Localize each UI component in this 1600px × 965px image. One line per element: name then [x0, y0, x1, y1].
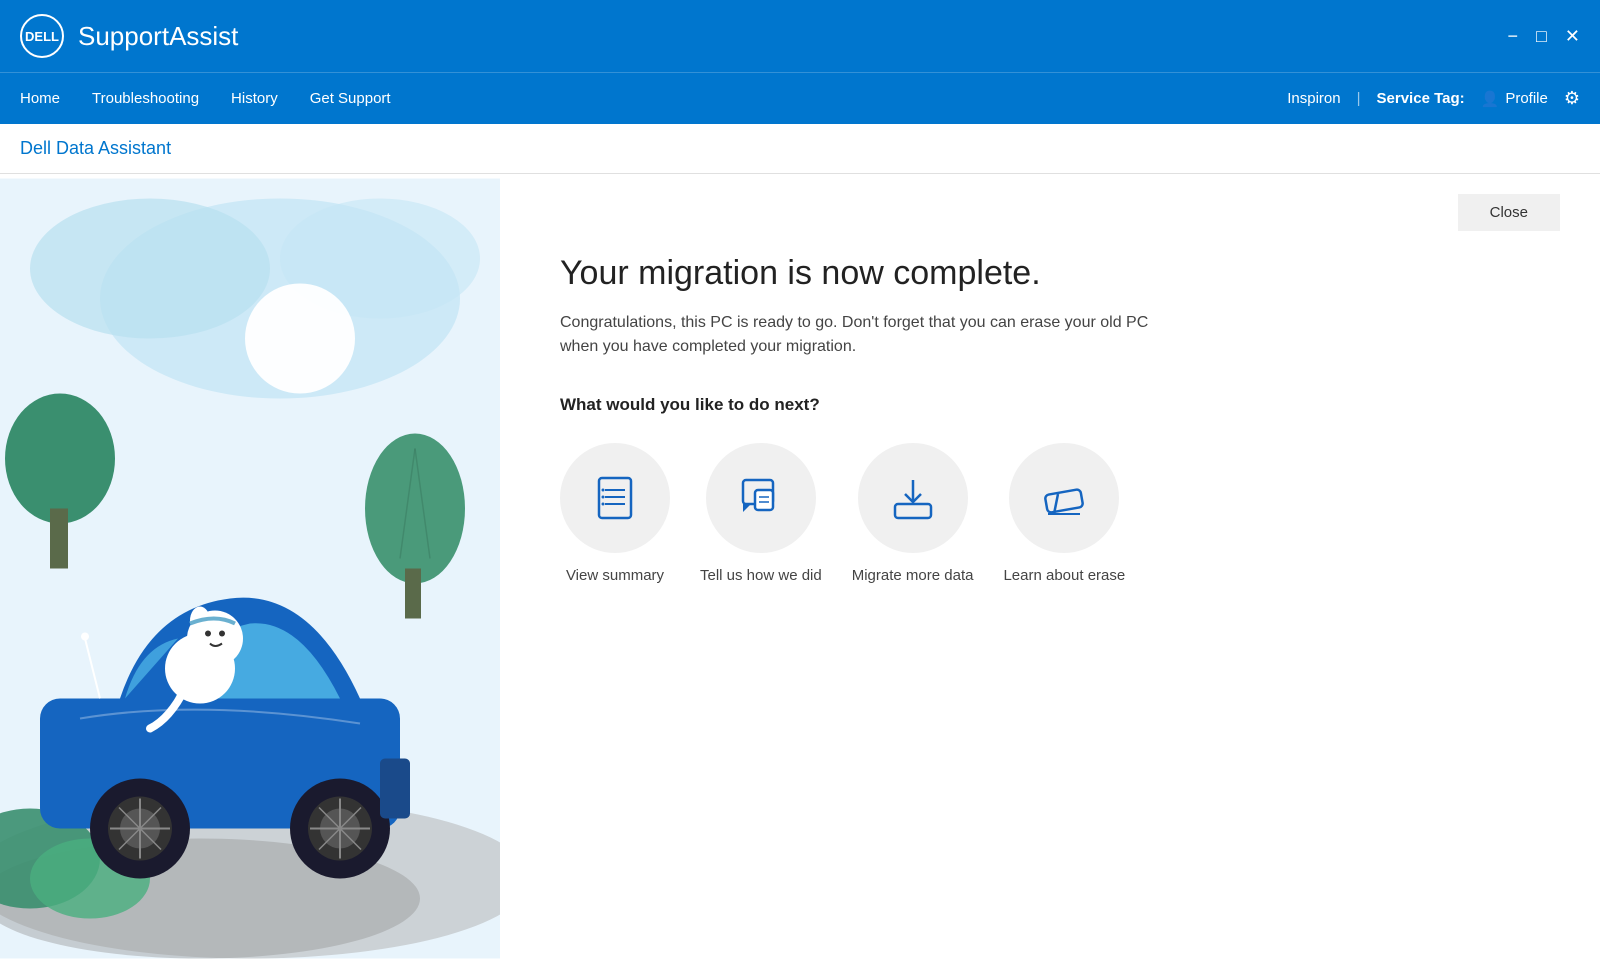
- profile-button[interactable]: 👤 Profile: [1481, 90, 1548, 108]
- illustration-svg: [0, 174, 500, 963]
- action-buttons: View summary Tell us how we did: [560, 443, 1540, 584]
- settings-icon[interactable]: ⚙: [1564, 88, 1580, 109]
- maximize-button[interactable]: □: [1536, 27, 1547, 45]
- feedback-icon: [735, 472, 787, 524]
- nav-item-get-support[interactable]: Get Support: [310, 86, 391, 111]
- illustration-area: [0, 174, 500, 963]
- migrate-more-button[interactable]: Migrate more data: [852, 443, 974, 584]
- title-bar: DELL SupportAssist − □ ✕: [0, 0, 1600, 72]
- right-content: Close Your migration is now complete. Co…: [500, 174, 1600, 963]
- nav-links: Home Troubleshooting History Get Support: [20, 86, 1287, 111]
- close-button[interactable]: Close: [1458, 194, 1560, 231]
- profile-icon: 👤: [1481, 90, 1500, 108]
- learn-erase-circle: [1009, 443, 1119, 553]
- learn-erase-label: Learn about erase: [1003, 567, 1125, 584]
- page-header: Dell Data Assistant: [0, 124, 1600, 174]
- device-name: Inspiron: [1287, 90, 1340, 107]
- nav-item-home[interactable]: Home: [20, 86, 60, 111]
- nav-item-troubleshooting[interactable]: Troubleshooting: [92, 86, 199, 111]
- nav-bar: Home Troubleshooting History Get Support…: [0, 72, 1600, 124]
- nav-item-history[interactable]: History: [231, 86, 278, 111]
- migrate-more-circle: [858, 443, 968, 553]
- view-summary-label: View summary: [566, 567, 664, 584]
- app-title: SupportAssist: [78, 21, 1508, 52]
- view-summary-circle: [560, 443, 670, 553]
- migration-description: Congratulations, this PC is ready to go.…: [560, 311, 1180, 359]
- migration-title: Your migration is now complete.: [560, 254, 1540, 293]
- tell-us-label: Tell us how we did: [700, 567, 822, 584]
- nav-right: Inspiron | Service Tag: 👤 Profile ⚙: [1287, 88, 1580, 109]
- main-content: Close Your migration is now complete. Co…: [0, 174, 1600, 963]
- migrate-more-label: Migrate more data: [852, 567, 974, 584]
- dell-logo: DELL: [20, 14, 64, 58]
- summary-icon: [589, 472, 641, 524]
- next-label: What would you like to do next?: [560, 395, 1540, 415]
- profile-label: Profile: [1505, 90, 1548, 107]
- erase-icon: [1038, 472, 1090, 524]
- migrate-icon: [887, 472, 939, 524]
- window-close-button[interactable]: ✕: [1565, 27, 1580, 45]
- page-header-title: Dell Data Assistant: [20, 138, 171, 158]
- learn-erase-button[interactable]: Learn about erase: [1003, 443, 1125, 584]
- view-summary-button[interactable]: View summary: [560, 443, 670, 584]
- service-tag-label: Service Tag:: [1377, 90, 1465, 107]
- nav-divider: |: [1357, 90, 1361, 107]
- tell-us-button[interactable]: Tell us how we did: [700, 443, 822, 584]
- window-controls: − □ ✕: [1508, 27, 1580, 45]
- tell-us-circle: [706, 443, 816, 553]
- minimize-button[interactable]: −: [1508, 27, 1519, 45]
